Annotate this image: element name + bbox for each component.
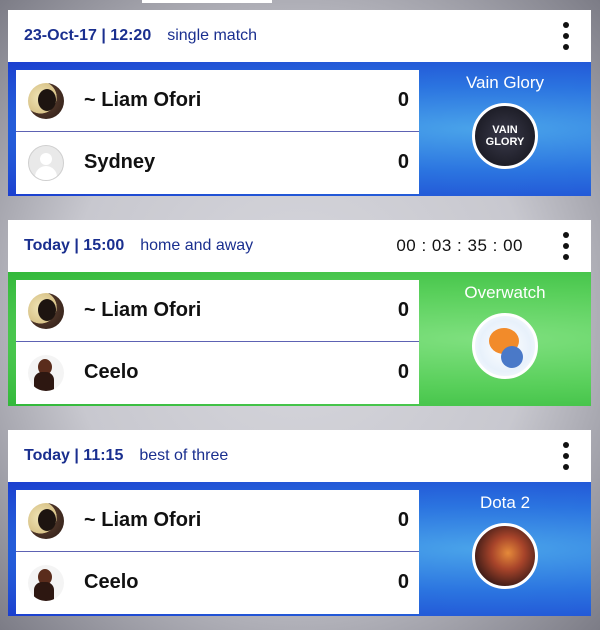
match-body: ~ Liam Ofori 0 Ceelo 0 Dota 2 xyxy=(8,482,591,616)
player-row[interactable]: ~ Liam Ofori 0 xyxy=(16,490,419,552)
avatar xyxy=(28,82,64,119)
player-name: Ceelo xyxy=(84,571,139,593)
countdown-timer: 00 : 03 : 35 : 00 xyxy=(396,236,523,255)
more-vert-icon[interactable] xyxy=(561,22,571,50)
players-panel: ~ Liam Ofori 0 Ceelo 0 xyxy=(16,280,419,404)
player-name: ~ Liam Ofori xyxy=(84,299,202,321)
match-body: ~ Liam Ofori 0 Sydney 0 Vain Glory VAIN … xyxy=(8,62,591,196)
avatar xyxy=(28,564,64,601)
player-score: 0 xyxy=(397,571,409,593)
game-panel[interactable]: Overwatch xyxy=(419,272,591,406)
game-panel[interactable]: Vain Glory VAIN GLORY xyxy=(419,62,591,196)
match-mode: home and away xyxy=(140,237,254,254)
match-date: 23-Oct-17 | 12:20 xyxy=(24,27,152,44)
match-card[interactable]: 23-Oct-17 | 12:20 single match ~ Liam Of… xyxy=(8,10,591,196)
player-score: 0 xyxy=(397,89,409,111)
player-score: 0 xyxy=(397,361,409,383)
match-date: Today | 15:00 xyxy=(24,237,125,254)
user-placeholder-icon xyxy=(28,144,64,181)
dota2-logo xyxy=(472,523,538,589)
player-row[interactable]: ~ Liam Ofori 0 xyxy=(16,70,419,132)
game-title: Overwatch xyxy=(464,283,546,302)
match-mode: best of three xyxy=(139,447,229,464)
match-card[interactable]: Today | 11:15 best of three ~ Liam Ofori… xyxy=(8,430,591,616)
player-row[interactable]: Sydney 0 xyxy=(16,132,419,193)
player-score: 0 xyxy=(397,299,409,321)
players-panel: ~ Liam Ofori 0 Sydney 0 xyxy=(16,70,419,194)
vainglory-logo: VAIN GLORY xyxy=(472,103,538,169)
match-header: Today | 11:15 best of three xyxy=(8,430,591,482)
avatar xyxy=(28,292,64,329)
previous-card-edge xyxy=(142,0,272,3)
more-vert-icon[interactable] xyxy=(561,232,571,260)
player-name: Sydney xyxy=(84,151,156,173)
match-mode: single match xyxy=(167,27,258,44)
player-row[interactable]: Ceelo 0 xyxy=(16,552,419,613)
player-row[interactable]: ~ Liam Ofori 0 xyxy=(16,280,419,342)
game-title: Vain Glory xyxy=(465,73,545,92)
players-panel: ~ Liam Ofori 0 Ceelo 0 xyxy=(16,490,419,614)
match-card[interactable]: Today | 15:00 home and away 00 : 03 : 35… xyxy=(8,220,591,406)
game-panel[interactable]: Dota 2 xyxy=(419,482,591,616)
player-name: Ceelo xyxy=(84,361,139,383)
avatar xyxy=(28,502,64,539)
player-score: 0 xyxy=(397,509,409,531)
more-vert-icon[interactable] xyxy=(561,442,571,470)
player-score: 0 xyxy=(397,151,409,173)
overwatch-logo xyxy=(472,313,538,379)
match-header: Today | 15:00 home and away 00 : 03 : 35… xyxy=(8,220,591,272)
match-header: 23-Oct-17 | 12:20 single match xyxy=(8,10,591,62)
match-body: ~ Liam Ofori 0 Ceelo 0 Overwatch xyxy=(8,272,591,406)
player-row[interactable]: Ceelo 0 xyxy=(16,342,419,403)
player-name: ~ Liam Ofori xyxy=(84,509,202,531)
avatar xyxy=(28,354,64,391)
match-date: Today | 11:15 xyxy=(24,447,124,464)
game-title: Dota 2 xyxy=(479,493,531,512)
player-name: ~ Liam Ofori xyxy=(84,89,202,111)
